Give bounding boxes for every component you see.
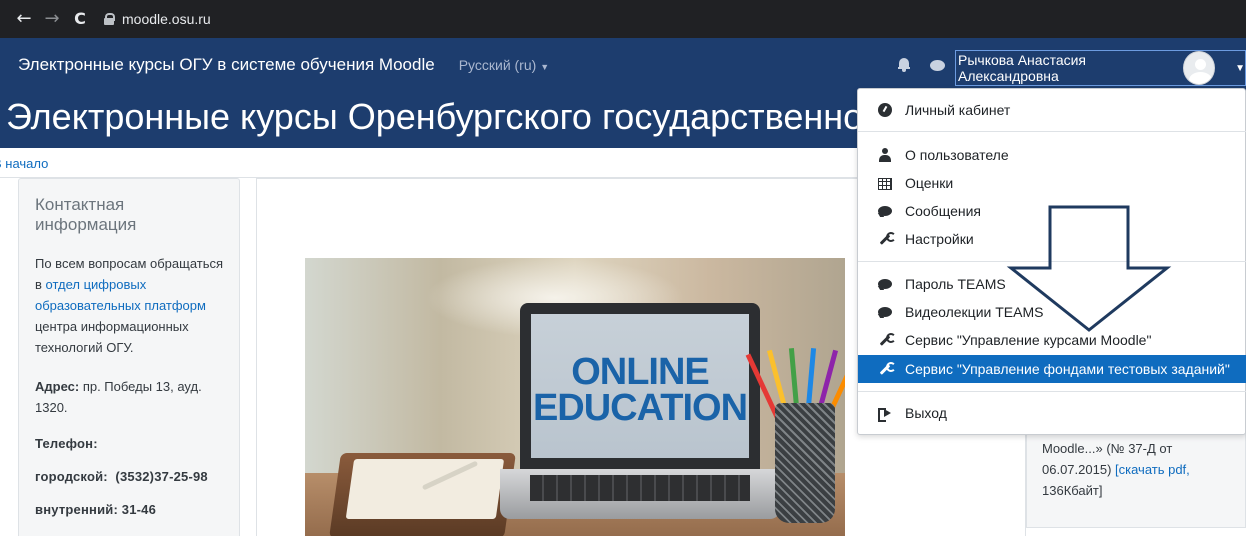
menu-item-label: Выход	[905, 405, 947, 421]
contact-block: Контактная информация По всем вопросам о…	[18, 178, 240, 536]
pencil-cup-image	[775, 403, 835, 523]
chat-icon	[878, 277, 892, 291]
address-label: Адрес:	[35, 379, 80, 394]
hero-text-line2: EDUCATION	[532, 387, 748, 429]
menu-item-logout[interactable]: Выход	[858, 399, 1246, 427]
chat-icon	[878, 204, 892, 218]
wrench-icon	[878, 232, 896, 246]
menu-item-label: Личный кабинет	[905, 102, 1011, 118]
contact-department-link[interactable]: отдел цифровых образовательных платформ	[35, 277, 206, 313]
menu-divider	[858, 391, 1246, 392]
back-button[interactable]: ←	[10, 0, 38, 38]
menu-item-label: Сообщения	[905, 203, 981, 219]
menu-item-label: О пользователе	[905, 147, 1009, 163]
hero-image: ONLINE EDUCATION	[305, 258, 845, 536]
contact-text: центра информационных технологий ОГУ.	[35, 319, 189, 355]
logout-icon	[878, 406, 892, 422]
menu-item-profile[interactable]: О пользователе	[858, 141, 1246, 169]
dashboard-icon	[878, 103, 892, 117]
download-pdf-link[interactable]: [скачать pdf,	[1115, 462, 1190, 477]
wrench-icon	[878, 333, 896, 347]
notebook-image	[329, 453, 516, 536]
user-icon	[878, 148, 892, 162]
forward-button[interactable]: →	[38, 0, 66, 38]
browser-toolbar: ← → C moodle.osu.ru	[0, 0, 1246, 38]
internal-phone: внутренний: 31-46	[35, 502, 157, 517]
laptop-image: ONLINE EDUCATION	[520, 303, 760, 469]
table-icon	[878, 177, 892, 190]
menu-item-grades[interactable]: Оценки	[858, 169, 1246, 197]
breadcrumb-home-link[interactable]: В начало	[0, 156, 48, 171]
document-size: 136Кбайт]	[1042, 483, 1103, 498]
site-name-link[interactable]: Электронные курсы ОГУ в системе обучения…	[18, 55, 435, 75]
language-menu[interactable]: Русский (ru) ▼	[459, 57, 550, 73]
menu-item-test-bank-management[interactable]: Сервис "Управление фондами тестовых зада…	[858, 355, 1246, 383]
bell-icon[interactable]	[898, 58, 910, 72]
messages-icon[interactable]	[930, 60, 945, 71]
hero-text-line1: ONLINE	[571, 351, 710, 393]
menu-item-label: Пароль TEAMS	[905, 276, 1006, 292]
menu-item-label: Сервис "Управление фондами тестовых зада…	[905, 361, 1230, 377]
block-title: Контактная информация	[35, 195, 137, 234]
contact-description: По всем вопросам обращаться в отдел цифр…	[35, 253, 225, 358]
phone-label: Телефон:	[35, 436, 98, 451]
url-text: moodle.osu.ru	[122, 11, 211, 27]
language-label: Русский (ru)	[458, 57, 537, 73]
avatar	[1182, 51, 1216, 85]
chevron-down-icon: ▼	[1235, 62, 1245, 74]
city-phone: городской: (3532)37-25-98	[35, 469, 208, 484]
address: Адрес: пр. Победы 13, ауд. 1320.	[35, 376, 225, 418]
chat-icon	[878, 305, 892, 319]
annotation-down-arrow-icon	[1006, 205, 1172, 332]
menu-item-label: Настройки	[905, 231, 974, 247]
right-block-text: Moodle...» (№ 37-Д от 06.07.2015) [скача…	[1042, 438, 1242, 501]
menu-divider	[858, 131, 1246, 132]
menu-item-label: Оценки	[905, 175, 954, 191]
breadcrumb: В начало	[0, 156, 48, 171]
menu-item-dashboard[interactable]: Личный кабинет	[858, 96, 1246, 124]
reload-button[interactable]: C	[66, 0, 94, 38]
user-name: Рычкова Анастасия Александровна	[958, 52, 1087, 84]
wrench-icon	[878, 362, 896, 376]
lock-icon	[104, 13, 115, 25]
chevron-down-icon: ▼	[540, 62, 550, 72]
user-menu-toggle[interactable]: Рычкова Анастасия Александровна ▼	[955, 50, 1246, 86]
address-bar[interactable]: moodle.osu.ru	[104, 5, 211, 33]
